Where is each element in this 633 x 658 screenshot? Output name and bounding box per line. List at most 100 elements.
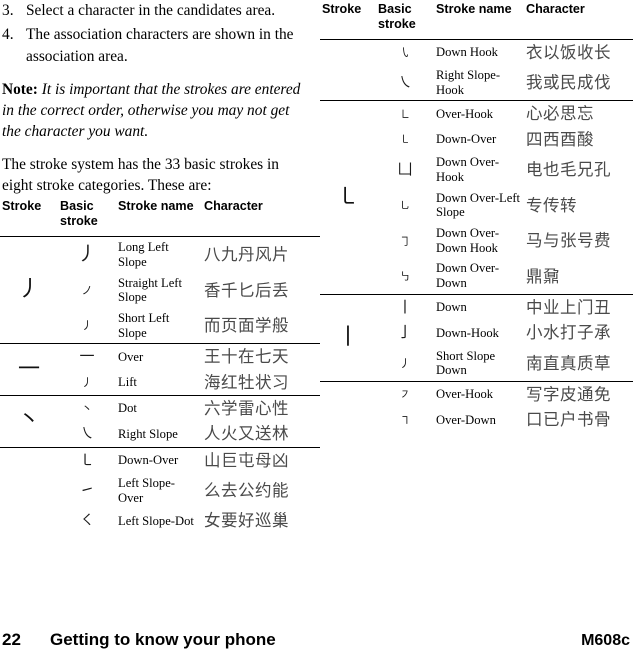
- basic-stroke-glyph-icon: 丶: [81, 402, 93, 416]
- character-examples-cell: 鼎鼐: [526, 266, 560, 286]
- basic-stroke-glyph-icon: ㇕: [399, 413, 411, 427]
- footer-model: M608c: [581, 632, 630, 649]
- basic-stroke-cell: ㇄: [376, 127, 434, 152]
- basic-stroke-cell: ㇏: [376, 65, 434, 101]
- basic-stroke-glyph-icon: 丿: [399, 357, 411, 371]
- stroke-name-cell: Down Over-Down Hook: [436, 226, 500, 255]
- right-column: Stroke Basic stroke Stroke name Characte…: [320, 0, 633, 433]
- stroke-name-cell: Over-Down: [436, 412, 496, 427]
- column-header-stroke: Stroke: [322, 2, 362, 16]
- basic-stroke-cell: ㇟: [376, 188, 434, 223]
- character-examples-cell: 人火又送林: [204, 424, 289, 444]
- character-examples-cell: 而页面学般: [204, 316, 289, 336]
- left-column: 3. Select a character in the candidates …: [0, 0, 320, 534]
- stroke-name-cell: Down-Over: [116, 446, 202, 473]
- stroke-name-cell: Lift: [118, 375, 137, 390]
- stroke-name-cell: Over: [116, 343, 202, 370]
- stroke-name-cell: Long Left Slope: [118, 240, 169, 269]
- basic-stroke-cell: 丿: [58, 308, 116, 344]
- basic-stroke-cell: ノ: [58, 273, 116, 308]
- basic-stroke-cell: ㇗: [376, 100, 434, 127]
- table-row: ㇄ Down-Over 山巨屯母凶: [0, 446, 320, 534]
- step-text: The association characters are shown in …: [26, 25, 294, 65]
- stroke-glyph-icon: 丶: [17, 408, 40, 434]
- stroke-glyph-icon: ㇄: [336, 184, 359, 210]
- step-number: 3.: [2, 2, 14, 19]
- basic-stroke-cell: 丿: [58, 237, 116, 273]
- basic-stroke-glyph-icon: 一: [79, 347, 95, 366]
- character-examples-cell: 南直真质草: [526, 353, 611, 373]
- table-header: Stroke Basic stroke Stroke name Characte…: [320, 0, 633, 40]
- stroke-name-cell: Down Over-Left Slope: [436, 190, 521, 220]
- character-examples-cell: 心必思忘: [524, 100, 633, 127]
- character-examples-cell: 口已户书骨: [526, 410, 611, 430]
- page-footer: 22 Getting to know your phone M608c: [0, 630, 633, 650]
- character-examples-cell: 专传转: [526, 195, 577, 215]
- footer-page-number: 22: [2, 630, 21, 649]
- basic-stroke-glyph-icon: ㇗: [399, 107, 411, 121]
- basic-stroke-cell: ㇀: [58, 473, 116, 508]
- stroke-name-cell: Down-Over: [436, 132, 497, 147]
- step-number: 4.: [2, 25, 14, 43]
- character-examples-cell: 我或民成伐: [526, 73, 611, 93]
- basic-stroke-glyph-icon: 丨: [397, 297, 413, 316]
- column-header-stroke: Stroke: [2, 199, 42, 214]
- basic-stroke-cell: 凵: [376, 152, 434, 187]
- stroke-category-glyph: [320, 381, 376, 433]
- column-header-character: Character: [204, 199, 263, 214]
- basic-stroke-glyph-icon: ㇏: [79, 424, 95, 443]
- basic-stroke-cell: 亅: [376, 320, 434, 345]
- basic-stroke-glyph-icon: ㇆: [399, 234, 411, 248]
- basic-stroke-glyph-icon: ㇉: [399, 269, 411, 283]
- table-body: 丿丿 Long Left Slope 八九丹风片ノ Straight Left Slo…: [0, 237, 320, 534]
- character-examples-cell: 中业上门丑: [524, 293, 633, 321]
- table-row: 丶 丶 Dot 六学雷心性: [0, 395, 320, 448]
- stroke-name-cell: Down Hook: [436, 45, 498, 59]
- basic-stroke-cell: 丶: [58, 395, 116, 422]
- character-examples-cell: 马与张号费: [526, 231, 611, 251]
- stroke-name-cell: Over-Hook: [434, 381, 524, 408]
- basic-stroke-cell: ㇛: [58, 508, 116, 533]
- stroke-table-right: Stroke Basic stroke Stroke name Characte…: [320, 0, 633, 433]
- stroke-table-left: Stroke Basic stroke Stroke name Characte…: [0, 197, 320, 534]
- stroke-category-glyph: [320, 39, 376, 101]
- basic-stroke-glyph-icon: ㇇: [399, 388, 411, 402]
- two-column-layout: 3. Select a character in the candidates …: [0, 0, 633, 622]
- basic-stroke-glyph-icon: ㇄: [79, 450, 95, 469]
- stroke-category-glyph: 丶: [0, 395, 58, 448]
- basic-stroke-cell: ㇆: [376, 223, 434, 258]
- character-examples-cell: 女要好巡巢: [204, 511, 289, 531]
- column-header-basic-stroke: Basic stroke: [60, 199, 98, 229]
- basic-stroke-glyph-icon: 凵: [397, 160, 413, 179]
- stroke-glyph-icon: 一: [17, 356, 40, 382]
- note-body: It is important that the strokes are ent…: [2, 80, 301, 140]
- stroke-category-glyph: 丨: [320, 293, 376, 382]
- stroke-name-cell: Straight Left Slope: [118, 275, 183, 305]
- basic-stroke-glyph-icon: 丿: [77, 243, 97, 266]
- character-examples-cell: 四西酉酸: [526, 129, 594, 149]
- basic-stroke-glyph-icon: 丿: [81, 319, 93, 333]
- table-row: ㇂ Down Hook 衣以饭收长: [320, 39, 633, 65]
- stroke-glyph-icon: 丨: [336, 324, 359, 350]
- table-row: 丿丿 Long Left Slope 八九丹风片: [0, 237, 320, 301]
- document-page: 3. Select a character in the candidates …: [0, 0, 633, 658]
- character-examples-cell: 电也毛兄孔: [526, 160, 611, 180]
- basic-stroke-glyph-icon: ㇀: [79, 480, 95, 499]
- character-examples-cell: 衣以饭收长: [526, 42, 611, 62]
- note-paragraph: Note: It is important that the strokes a…: [2, 80, 320, 143]
- stroke-name-cell: Down: [434, 293, 524, 321]
- stroke-name-cell: Down Over-Down: [436, 261, 500, 291]
- basic-stroke-cell: ㇉: [376, 258, 434, 294]
- basic-stroke-glyph-icon: ㇛: [79, 511, 95, 530]
- stroke-glyph-icon: 丿: [17, 277, 40, 303]
- stroke-category-glyph: [0, 446, 58, 534]
- column-header-character: Character: [526, 2, 585, 16]
- basic-stroke-cell: ㇕: [376, 407, 434, 432]
- stroke-name-cell: Short Left Slope: [118, 310, 170, 340]
- table-header: Stroke Basic stroke Stroke name Characte…: [0, 197, 320, 237]
- stroke-name-cell: Dot: [116, 395, 202, 422]
- stroke-name-cell: Right Slope-Hook: [436, 68, 501, 97]
- basic-stroke-cell: ㇂: [376, 39, 434, 65]
- basic-stroke-glyph-icon: 丿: [81, 376, 93, 390]
- stroke-category-glyph: ㇄: [320, 100, 376, 295]
